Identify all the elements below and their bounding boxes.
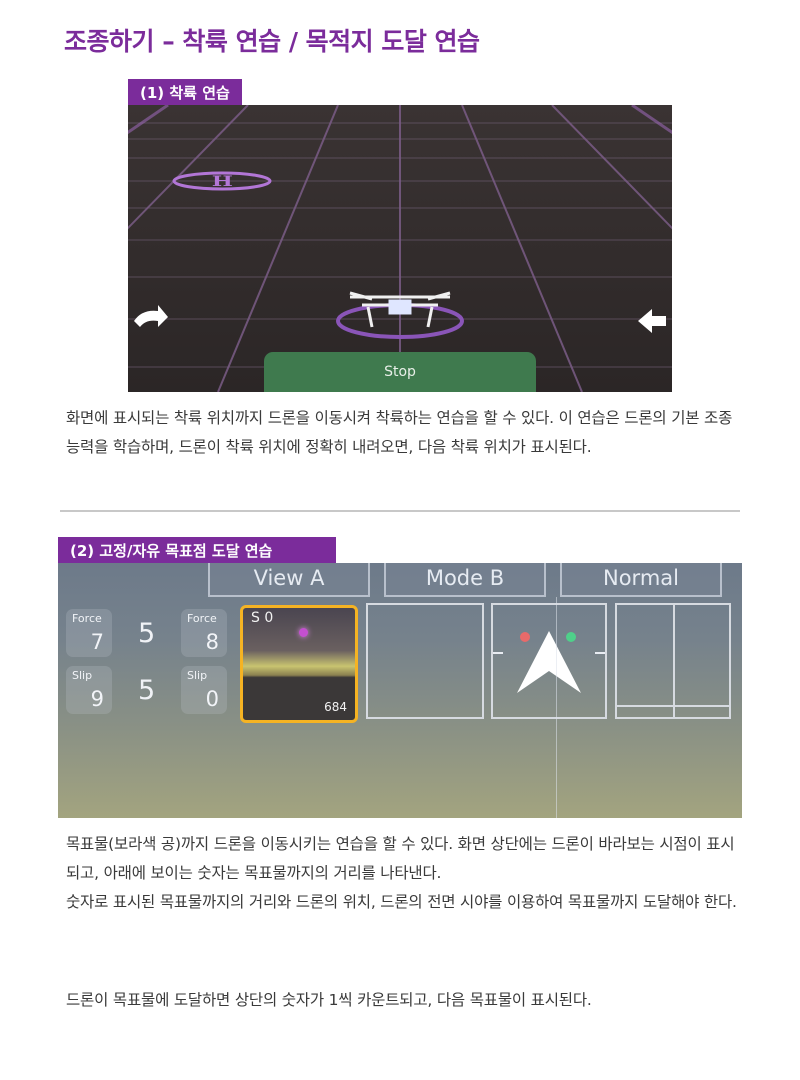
force-left-box: Force 7	[66, 609, 112, 657]
slip-left-caption: Slip	[72, 669, 93, 682]
direction-panel	[491, 603, 607, 719]
direction-arrow-icon	[493, 631, 605, 693]
force-right-value: 8	[205, 630, 219, 654]
slip-middle-value: 5	[138, 675, 156, 706]
slip-right-value: 0	[205, 687, 219, 711]
landing-description: 화면에 표시되는 착륙 위치까지 드론을 이동시켜 착륙하는 연습을 할 수 있…	[66, 409, 733, 456]
force-right-caption: Force	[187, 612, 217, 625]
page-title: 조종하기 – 착륙 연습 / 목적지 도달 연습	[64, 27, 480, 56]
tab-view-a[interactable]: View A	[208, 563, 370, 597]
target-ball-icon	[299, 628, 308, 637]
slip-left-box: Slip 9	[66, 666, 112, 714]
center-guide-line	[556, 597, 557, 818]
force-middle-value: 5	[138, 618, 156, 649]
force-left-value: 7	[90, 630, 104, 654]
svg-text:H: H	[212, 173, 233, 189]
target-description-1: 목표물(보라색 공)까지 드론을 이동시키는 연습을 할 수 있다. 화면 상단…	[66, 835, 735, 882]
landing-grid-scene: H	[128, 105, 672, 392]
target-description: 목표물(보라색 공)까지 드론을 이동시키는 연습을 할 수 있다. 화면 상단…	[66, 830, 746, 917]
split-panel	[615, 603, 731, 719]
tab-mode-b[interactable]: Mode B	[384, 563, 546, 597]
empty-panel	[366, 603, 484, 719]
target-practice-screenshot: View A Mode B Normal Force 7 5 Force 8 S…	[58, 563, 742, 818]
stop-button[interactable]: Stop	[264, 352, 536, 392]
landing-practice-screenshot: H Stop	[128, 105, 672, 392]
slip-right-box: Slip 0	[181, 666, 227, 714]
section-label-target: (2) 고정/자유 목표점 도달 연습	[58, 537, 336, 563]
target-description-2: 숫자로 표시된 목표물까지의 거리와 드론의 위치, 드론의 전면 시야를 이용…	[66, 893, 737, 911]
camera-score-label: S 0	[251, 610, 274, 626]
drone-camera-view: S 0 684	[240, 605, 358, 723]
view-tabs: View A Mode B Normal	[208, 563, 722, 597]
section-label-landing: (1) 착륙 연습	[128, 79, 242, 105]
target-distance: 684	[324, 700, 347, 714]
section-divider	[60, 510, 740, 512]
tab-normal[interactable]: Normal	[560, 563, 722, 597]
force-right-box: Force 8	[181, 609, 227, 657]
slip-left-value: 9	[90, 687, 104, 711]
target-description-3: 드론이 목표물에 도달하면 상단의 숫자가 1씩 카운트되고, 다음 목표물이 …	[66, 991, 592, 1009]
force-left-caption: Force	[72, 612, 102, 625]
slip-right-caption: Slip	[187, 669, 208, 682]
